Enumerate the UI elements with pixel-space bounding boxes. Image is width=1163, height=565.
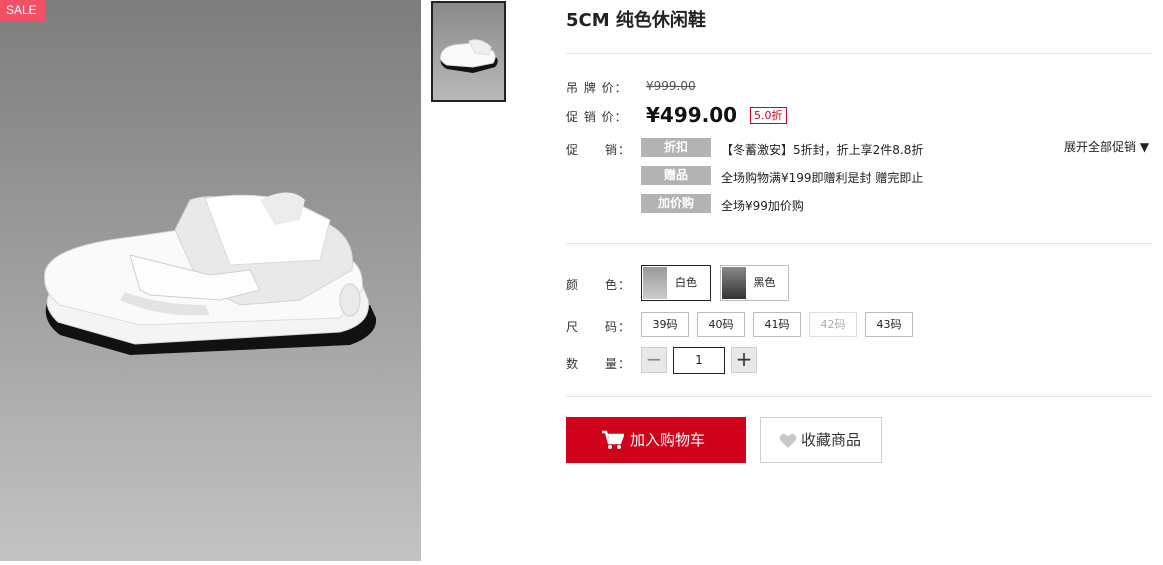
shoe-illustration xyxy=(44,192,377,355)
color-option-label: 白色 xyxy=(675,276,697,289)
size-option-43[interactable]: 43码 xyxy=(865,312,913,337)
promo-tag-addon: 加价购 xyxy=(641,194,711,213)
size-label: 尺 码： xyxy=(566,320,632,334)
sale-badge: SALE xyxy=(0,0,45,21)
color-option-white[interactable]: 白色 xyxy=(641,265,711,301)
caret-down-icon: ▼ xyxy=(1139,140,1150,154)
expand-promotions-link[interactable]: 展开全部促销 ▼ xyxy=(1064,138,1149,155)
size-option-40[interactable]: 40码 xyxy=(697,312,745,337)
tag-price-label: 吊 牌 价： xyxy=(566,81,628,95)
promotion-label: 促 销： xyxy=(566,143,632,157)
promo-tag-gift: 赠品 xyxy=(641,166,711,185)
divider xyxy=(566,243,1152,244)
size-option-39[interactable]: 39码 xyxy=(641,312,689,337)
main-product-image: SALE xyxy=(0,0,421,561)
heart-icon xyxy=(779,434,797,448)
quantity-increase-button[interactable]: + xyxy=(731,347,757,373)
promo-text-discount: 【冬蓄激安】5折封，折上享2件8.8折 xyxy=(721,143,924,157)
divider xyxy=(566,396,1152,397)
size-option-41[interactable]: 41码 xyxy=(753,312,801,337)
promo-tag-discount: 折扣 xyxy=(641,138,711,157)
quantity-label: 数 量： xyxy=(566,357,632,371)
color-option-black[interactable]: 黑色 xyxy=(720,265,789,301)
promo-text-gift: 全场购物满¥199即赠利是封 赠完即止 xyxy=(721,171,924,185)
color-option-label: 黑色 xyxy=(753,276,776,289)
black-shoe-swatch-icon xyxy=(722,267,746,299)
quantity-decrease-button[interactable]: − xyxy=(641,347,667,373)
cart-icon xyxy=(602,430,624,449)
favorite-button[interactable]: 收藏商品 xyxy=(760,417,882,463)
promo-text-addon: 全场¥99加价购 xyxy=(721,199,804,213)
white-shoe-swatch-icon xyxy=(643,267,667,299)
add-to-cart-label: 加入购物车 xyxy=(630,431,706,449)
product-thumbnail[interactable] xyxy=(431,1,506,102)
product-title: 5CM 纯色休闲鞋 xyxy=(566,10,706,31)
quantity-input[interactable]: 1 xyxy=(673,347,725,374)
promo-price-value: ¥499.00 xyxy=(646,103,738,127)
promo-price-label: 促 销 价： xyxy=(566,110,628,124)
expand-promotions-label: 展开全部促销 xyxy=(1064,140,1137,154)
divider xyxy=(566,53,1152,54)
discount-badge: 5.0折 xyxy=(750,107,787,124)
favorite-label: 收藏商品 xyxy=(801,431,862,449)
color-label: 颜 色： xyxy=(566,278,632,292)
tag-price-value: ¥999.00 xyxy=(646,79,696,93)
add-to-cart-button[interactable]: 加入购物车 xyxy=(566,417,746,463)
shoe-thumbnail-icon xyxy=(440,39,498,73)
size-option-42[interactable]: 42码 xyxy=(809,312,857,337)
